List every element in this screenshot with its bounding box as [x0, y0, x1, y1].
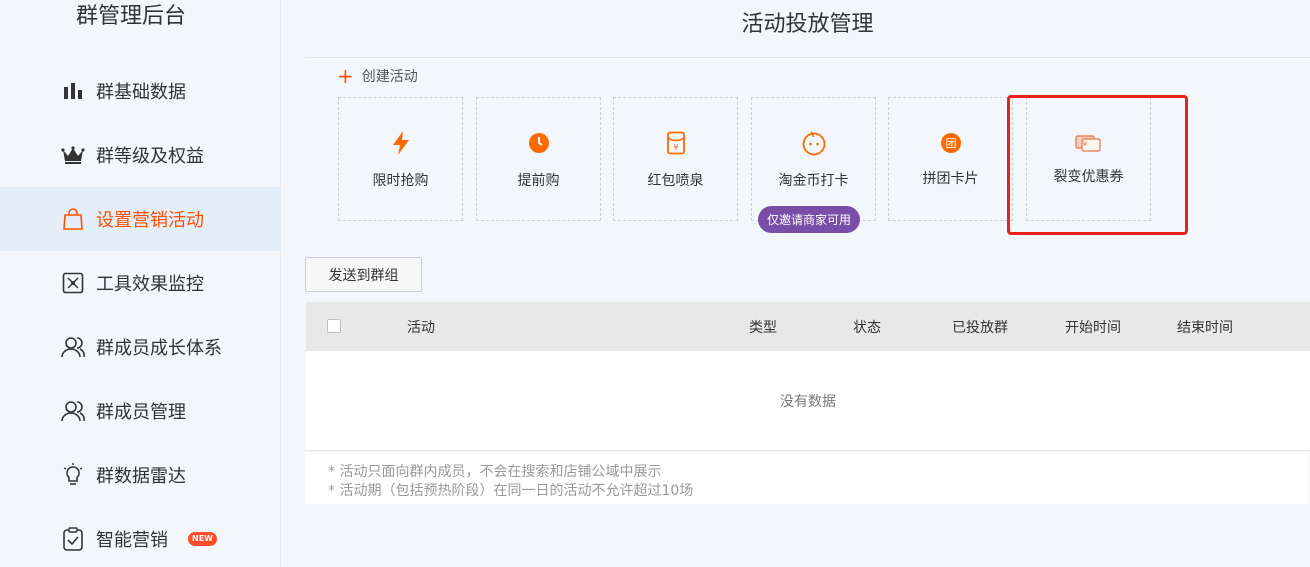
- shopping-bag-icon: [61, 207, 85, 231]
- title-divider: [305, 57, 1310, 58]
- activity-card-presale[interactable]: 提前购: [476, 97, 601, 221]
- user-icon: [61, 399, 85, 423]
- column-header-start-time: 开始时间: [1065, 320, 1121, 336]
- table-header: 活动 类型 状态 已投放群 开始时间 结束时间: [306, 302, 1310, 351]
- activity-card-group-buy[interactable]: 团 拼团卡片: [888, 97, 1013, 221]
- sidebar-item-label: 工具效果监控: [96, 274, 204, 295]
- coin-face-icon: [801, 130, 827, 156]
- create-activity-label: 创建活动: [361, 69, 418, 85]
- sidebar-item-member-growth[interactable]: 群成员成长体系: [0, 315, 281, 379]
- lightning-icon: [391, 130, 411, 156]
- sidebar-nav: 群基础数据 群等级及权益 设置营销活动 工具效果监控 群成员成长体系 群成员管理…: [0, 59, 281, 567]
- main-content: 活动投放管理 + 创建活动 限时抢购 提前购 ¥ 红包喷泉 淘金币打卡 仅邀请商…: [305, 0, 1310, 567]
- column-header-status: 状态: [853, 320, 881, 336]
- sidebar-item-basic-data[interactable]: 群基础数据: [0, 59, 281, 123]
- sidebar-item-label: 群数据雷达: [96, 466, 186, 487]
- card-label: 红包喷泉: [647, 173, 704, 189]
- sidebar: 群管理后台 群基础数据 群等级及权益 设置营销活动 工具效果监控 群成员成长体系…: [0, 0, 281, 567]
- card-label: 淘金币打卡: [778, 173, 849, 189]
- svg-text:¥: ¥: [673, 143, 678, 152]
- sidebar-item-label: 智能营销: [96, 530, 168, 551]
- sidebar-item-label: 群成员管理: [96, 402, 186, 423]
- card-label: 限时抢购: [372, 173, 429, 189]
- note-line: * 活动期（包括预热阶段）在同一日的活动不允许超过10场: [328, 483, 694, 499]
- sidebar-item-label: 群基础数据: [96, 82, 186, 103]
- invite-only-badge: 仅邀请商家可用: [758, 206, 861, 233]
- highlight-annotation: [1007, 95, 1188, 235]
- sidebar-item-label: 群成员成长体系: [96, 338, 222, 359]
- sidebar-item-smart-marketing[interactable]: 智能营销 NEW: [0, 507, 281, 567]
- crown-icon: [61, 143, 85, 167]
- red-envelope-icon: ¥: [666, 130, 686, 156]
- create-activity-link[interactable]: + 创建活动: [337, 66, 418, 86]
- sidebar-item-data-radar[interactable]: 群数据雷达: [0, 443, 281, 507]
- sidebar-item-label: 设置营销活动: [96, 210, 204, 231]
- table-body: 没有数据: [306, 351, 1310, 451]
- sidebar-title: 群管理后台: [75, 4, 186, 29]
- activity-card-taojinbi[interactable]: 淘金币打卡 仅邀请商家可用: [751, 97, 876, 233]
- monitor-icon: [61, 271, 85, 295]
- select-all-checkbox[interactable]: [327, 319, 341, 333]
- user-icon: [61, 335, 85, 359]
- card-label: 提前购: [517, 173, 560, 189]
- activity-card-red-envelope[interactable]: ¥ 红包喷泉: [613, 97, 738, 221]
- card-label: 拼团卡片: [922, 171, 979, 187]
- note-line: * 活动只面向群内成员，不会在搜索和店铺公域中展示: [328, 464, 662, 480]
- sidebar-item-member-manage[interactable]: 群成员管理: [0, 379, 281, 443]
- new-badge: NEW: [188, 532, 217, 546]
- column-header-delivered-groups: 已投放群: [952, 320, 1008, 336]
- bar-chart-icon: [61, 79, 85, 103]
- empty-state-text: 没有数据: [780, 394, 836, 410]
- svg-text:团: 团: [945, 137, 956, 150]
- sidebar-item-marketing-activity[interactable]: 设置营销活动: [0, 187, 281, 251]
- send-to-group-button[interactable]: 发送到群组: [305, 257, 422, 292]
- activity-card-flash-sale[interactable]: 限时抢购: [338, 97, 463, 221]
- column-header-end-time: 结束时间: [1177, 320, 1233, 336]
- notes: * 活动只面向群内成员，不会在搜索和店铺公域中展示 * 活动期（包括预热阶段）在…: [328, 463, 693, 501]
- page-title: 活动投放管理: [741, 12, 874, 37]
- activity-table: 活动 类型 状态 已投放群 开始时间 结束时间 没有数据: [306, 302, 1310, 451]
- lightbulb-icon: [61, 463, 85, 487]
- column-header-activity: 活动: [407, 320, 435, 336]
- sidebar-item-label: 群等级及权益: [96, 146, 204, 167]
- group-buy-icon: 团: [940, 130, 962, 156]
- clock-icon: [528, 130, 550, 156]
- sidebar-item-level-benefits[interactable]: 群等级及权益: [0, 123, 281, 187]
- plus-icon: +: [337, 64, 354, 88]
- sidebar-item-tool-monitor[interactable]: 工具效果监控: [0, 251, 281, 315]
- clipboard-check-icon: [61, 527, 85, 551]
- column-header-type: 类型: [749, 320, 777, 336]
